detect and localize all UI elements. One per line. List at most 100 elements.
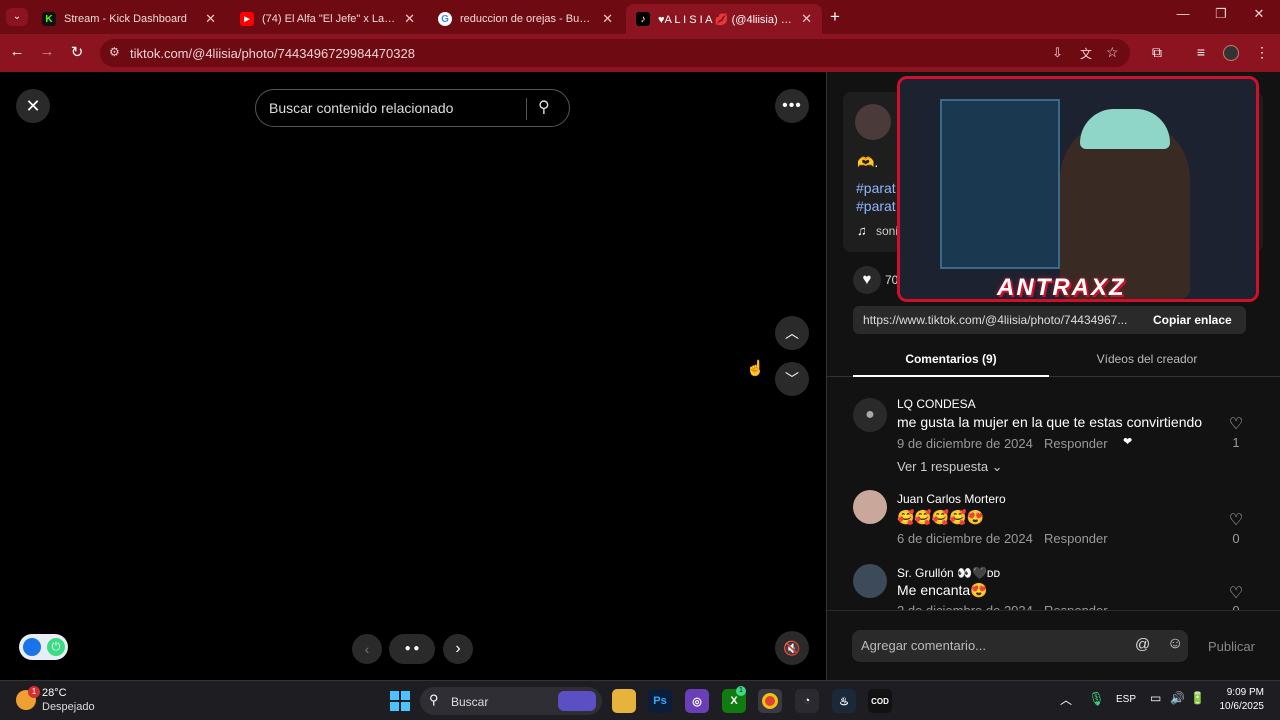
clock-date[interactable]: 10/6/2025 — [1212, 701, 1265, 712]
avatar[interactable] — [853, 564, 887, 598]
photoshop-icon[interactable]: Ps — [648, 689, 672, 713]
comment-date: 9 de diciembre de 2024 — [897, 436, 1033, 451]
webcam-overlay — [897, 76, 1259, 302]
comment-like-icon[interactable]: ♡ — [1227, 510, 1245, 530]
windows-start-icon[interactable] — [388, 689, 412, 713]
reply-button[interactable]: Responder — [1044, 531, 1108, 546]
add-comment-input[interactable]: Agregar comentario... @ ☺ — [852, 630, 1188, 662]
restore-icon[interactable]: ❐ — [1206, 6, 1236, 22]
comment-text: me gusta la mujer en la que te estas con… — [897, 414, 1203, 430]
keyboard-language[interactable]: ESP — [1116, 694, 1136, 705]
related-search-input[interactable]: Buscar contenido relacionado ⚲ — [255, 89, 570, 127]
microphone-icon[interactable]: 🎙 — [1088, 691, 1105, 707]
carousel-prev-button[interactable]: ‹ — [352, 634, 382, 664]
tab-bar: ⌄ K Stream - Kick Dashboard ✕ ▶ (74) El … — [0, 0, 1280, 34]
show-hidden-icons[interactable]: ︿ — [1060, 691, 1072, 708]
search-icon: ⚲ — [429, 692, 439, 707]
overlay-name: ANTRAXZ — [997, 274, 1126, 301]
address-bar[interactable]: ⚙ tiktok.com/@4liisia/photo/744349672998… — [100, 39, 1130, 67]
game-icon[interactable]: COD — [868, 689, 892, 713]
add-comment-placeholder: Agregar comentario... — [861, 638, 987, 653]
close-window-icon[interactable]: ✕ — [1244, 6, 1274, 22]
tab-search-chevron-icon[interactable]: ⌄ — [6, 8, 28, 26]
extensions-icon[interactable]: ⧉ — [1147, 44, 1167, 61]
close-tab-icon[interactable]: ✕ — [205, 11, 216, 27]
hashtag-link[interactable]: #parat — [856, 198, 896, 214]
profile-avatar[interactable] — [1223, 45, 1239, 61]
sound-name[interactable]: soni — [876, 224, 898, 238]
creator-avatar[interactable] — [855, 104, 891, 140]
steam-icon[interactable]: ♨ — [832, 689, 856, 713]
close-tab-icon[interactable]: ✕ — [602, 11, 613, 27]
site-info-icon[interactable]: ⚙ — [109, 45, 120, 59]
network-icon[interactable]: ▭ — [1150, 691, 1161, 705]
share-link-text[interactable]: https://www.tiktok.com/@4liisia/photo/74… — [863, 313, 1139, 327]
mention-icon[interactable]: @ — [1135, 636, 1150, 653]
more-options-button[interactable]: ••• — [775, 89, 809, 123]
tiktok-icon: ♪ — [636, 12, 650, 26]
comment-like-count: 0 — [1232, 531, 1240, 546]
creator-liked-icon: ❤ — [1123, 436, 1133, 448]
copy-link-button[interactable]: Copiar enlace — [1153, 313, 1232, 327]
tab-comments[interactable]: Comentarios (9) — [853, 352, 1049, 366]
next-post-button[interactable]: ﹀ — [775, 362, 809, 396]
comment-author[interactable]: Juan Carlos Mortero — [897, 492, 1006, 506]
tab-kick[interactable]: K Stream - Kick Dashboard ✕ — [32, 4, 226, 34]
tab-title: (74) El Alfa "El Jefe" x Lapiz Con... — [262, 13, 397, 25]
media-icon[interactable]: ≡ — [1191, 44, 1211, 60]
like-button[interactable]: ♥ — [853, 266, 881, 294]
comment-like-icon[interactable]: ♡ — [1227, 414, 1245, 434]
taskbar: 1 28°C Despejado ⚲ Buscar Ps ◎ X 1 ◔ ♨ C… — [0, 680, 1280, 720]
widget-logo-icon — [23, 638, 41, 656]
forward-icon[interactable]: → — [36, 43, 58, 60]
taskbar-search-label: Buscar — [451, 695, 489, 709]
comment-author[interactable]: Sr. Grullón 👀🖤ᴅᴅ — [897, 566, 1000, 580]
close-tab-icon[interactable]: ✕ — [404, 11, 415, 27]
volume-icon[interactable]: 🔊 — [1170, 691, 1185, 705]
obs-icon[interactable]: ◎ — [685, 689, 709, 713]
overlay-toggle-widget[interactable]: ⏻ — [19, 634, 68, 660]
search-icon[interactable]: ⚲ — [538, 97, 550, 117]
comment-like-icon[interactable]: ♡ — [1227, 583, 1245, 603]
translate-icon[interactable]: 文 — [1080, 45, 1092, 62]
previous-post-button[interactable]: ︿ — [775, 316, 809, 350]
new-tab-icon[interactable]: + — [830, 7, 840, 27]
battery-icon[interactable]: 🔋 — [1190, 691, 1205, 705]
reply-button[interactable]: Responder — [1044, 436, 1108, 451]
tab-tiktok[interactable]: ♪ ♥A L I S I A 💋 (@4liisia) | TikT... ✕ — [626, 4, 822, 34]
view-replies-button[interactable]: Ver 1 respuesta ⌄ — [897, 459, 1003, 475]
minimize-icon[interactable]: — — [1168, 6, 1198, 21]
clock-time[interactable]: 9:09 PM — [1212, 687, 1264, 698]
back-icon[interactable]: ← — [6, 43, 28, 60]
chrome-icon[interactable] — [758, 689, 782, 713]
hashtag-link[interactable]: #parat — [856, 180, 896, 196]
reload-icon[interactable]: ↻ — [66, 43, 88, 61]
bookmark-star-icon[interactable]: ☆ — [1106, 44, 1119, 61]
search-highlight-icon — [558, 691, 596, 711]
tab-creator-videos[interactable]: Vídeos del creador — [1049, 352, 1245, 366]
avatar[interactable]: ● — [853, 398, 887, 432]
mute-button[interactable]: 🔇 — [775, 631, 809, 665]
taskbar-search[interactable]: ⚲ Buscar — [420, 687, 602, 715]
youtube-icon: ▶ — [240, 12, 254, 26]
weather-badge: 1 — [28, 686, 40, 698]
carousel-next-button[interactable]: › — [443, 634, 473, 664]
temperature: 28°C — [42, 687, 67, 699]
xbox-badge: 1 — [736, 686, 746, 696]
comment-text: Me encanta😍 — [897, 582, 988, 598]
tab-youtube[interactable]: ▶ (74) El Alfa "El Jefe" x Lapiz Con... … — [230, 4, 425, 34]
comment-author[interactable]: LQ CONDESA — [897, 397, 976, 411]
publish-button[interactable]: Publicar — [1208, 639, 1255, 654]
file-explorer-icon[interactable] — [612, 689, 636, 713]
install-icon[interactable]: ⇩ — [1052, 45, 1063, 61]
close-tab-icon[interactable]: ✕ — [801, 11, 812, 27]
avatar[interactable] — [853, 490, 887, 524]
emoji-icon[interactable]: ☺ — [1167, 635, 1183, 653]
power-icon: ⏻ — [47, 638, 65, 656]
close-button[interactable]: ✕ — [16, 89, 50, 123]
menu-kebab-icon[interactable]: ⋮ — [1252, 44, 1272, 61]
tab-title: Stream - Kick Dashboard — [64, 13, 187, 25]
comment-like-count: 1 — [1232, 435, 1240, 450]
app-icon[interactable]: ◔ — [795, 689, 819, 713]
tab-google[interactable]: G reduccion de orejas - Buscar con... ✕ — [428, 4, 623, 34]
